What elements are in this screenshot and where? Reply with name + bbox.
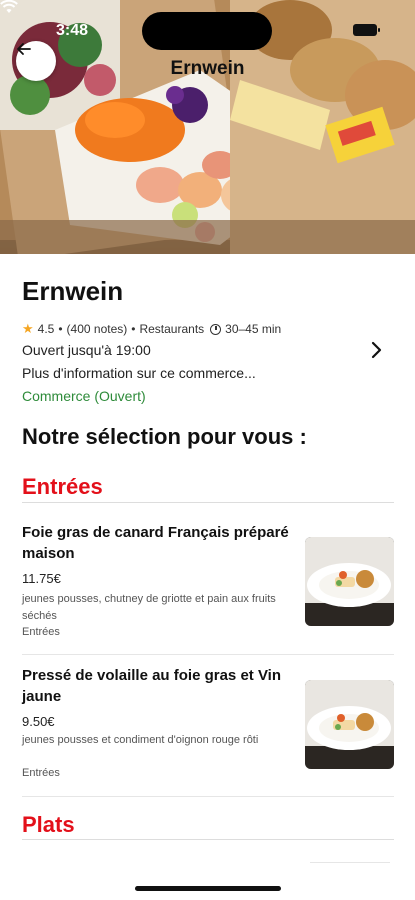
item-name: Pressé de volaille au foie gras et Vin j… [22, 667, 282, 705]
chevron-right-icon[interactable] [366, 340, 386, 360]
store-status: Commerce (Ouvert) [22, 388, 146, 404]
next-item-image-edge [310, 862, 390, 863]
opening-hours: Ouvert jusqu'à 19:00 [22, 342, 151, 358]
menu-item[interactable]: Foie gras de canard Français préparé mai… [0, 522, 415, 650]
clock-icon [210, 323, 222, 335]
delivery-time: 30–45 min [225, 322, 282, 336]
item-category: Entrées [22, 767, 60, 779]
item-image [305, 680, 394, 769]
meta-separator: • [131, 322, 136, 336]
item-price: 9.50€ [22, 714, 55, 729]
more-info-link[interactable]: Plus d'information sur ce commerce... [22, 365, 256, 381]
category-title-plats: Plats [22, 812, 75, 837]
rating-value: 4.5 [37, 322, 55, 336]
store-meta-row: ★ 4.5 • (400 notes) • Restaurants 30–45 … [22, 321, 281, 337]
store-category: Restaurants [139, 322, 205, 336]
meta-separator: • [58, 322, 63, 336]
wifi-icon [0, 0, 18, 13]
star-icon: ★ [22, 321, 34, 336]
home-indicator[interactable] [135, 886, 281, 891]
category-divider [22, 502, 394, 503]
item-category: Entrées [22, 626, 60, 638]
category-title-entrees: Entrées [22, 474, 103, 499]
item-price: 11.75€ [22, 571, 61, 586]
section-title: Notre sélection pour vous : [22, 424, 307, 449]
menu-item[interactable]: Pressé de volaille au foie gras et Vin j… [0, 665, 415, 790]
arrow-left-icon [17, 43, 31, 55]
nav-title: Ernwein [170, 58, 245, 79]
item-divider [22, 654, 394, 655]
category-divider [22, 839, 394, 840]
item-description: jeunes pousses, chutney de griotte et pa… [22, 593, 276, 622]
status-bar: 3:48 [0, 0, 415, 50]
item-image [305, 537, 394, 626]
rating-count: (400 notes) [66, 322, 128, 336]
status-time: 3:48 [56, 22, 89, 39]
dynamic-island [142, 12, 272, 50]
item-name: Foie gras de canard Français préparé mai… [22, 524, 289, 562]
store-name: Ernwein [22, 276, 124, 306]
hero-image: 3:48 Ernwein [0, 0, 415, 254]
item-divider [22, 796, 394, 797]
item-description: jeunes pousses et condiment d'oignon rou… [22, 734, 259, 746]
battery-icon [353, 24, 380, 36]
